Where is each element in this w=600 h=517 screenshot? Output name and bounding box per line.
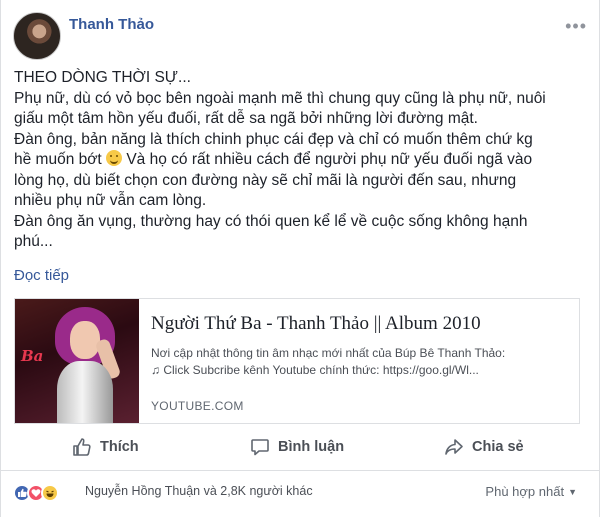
post-line-text: Và họ có rất nhiều cách để người phụ nữ …: [122, 151, 533, 168]
post-line: phú...: [14, 233, 53, 250]
reactions-summary[interactable]: Nguyễn Hồng Thuận và 2,8K người khác: [85, 484, 313, 498]
post-line: lòng họ, dù biết chọn con đường này sẽ c…: [14, 171, 517, 189]
link-description-line: Nơi cập nhật thông tin âm nhạc mới nhất …: [151, 346, 506, 360]
post-line: Đàn ông, bản năng là thích chinh phục cá…: [14, 130, 533, 148]
smile-emoji-icon: [106, 150, 123, 166]
comment-sort-select[interactable]: Phù hợp nhất ▼: [485, 484, 577, 499]
thumbs-up-icon: [73, 438, 91, 456]
link-description-line: ♫ Click Subcribe kênh Youtube chính thức…: [151, 363, 479, 377]
reaction-icons[interactable]: [13, 482, 59, 504]
avatar[interactable]: [13, 12, 61, 60]
post-line: THEO DÒNG THỜI SỰ...: [14, 69, 191, 86]
facebook-post: Thanh Thảo ••• THEO DÒNG THỜI SỰ... Phụ …: [0, 0, 600, 517]
post-actions: Thích Bình luận Chia sẻ: [14, 430, 580, 464]
like-button[interactable]: Thích: [72, 434, 139, 460]
post-header: Thanh Thảo •••: [1, 0, 600, 64]
see-more-link[interactable]: Đọc tiếp: [14, 267, 69, 284]
haha-icon: [41, 484, 59, 502]
more-options-icon[interactable]: •••: [565, 16, 587, 37]
post-line: nhiều phụ nữ vẫn cam lòng.: [14, 192, 207, 209]
like-label: Thích: [100, 439, 139, 455]
post-body: THEO DÒNG THỜI SỰ... Phụ nữ, dù có vỏ bọ…: [14, 68, 589, 253]
post-line: giấu một tâm hồn yếu đuối, rất dễ sa ngã…: [14, 110, 478, 127]
link-title[interactable]: Người Thứ Ba - Thanh Thảo || Album 2010: [151, 313, 481, 335]
share-button[interactable]: Chia sẻ: [444, 434, 524, 460]
post-line-with-emoji: hề muốn bớt Và họ có rất nhiều cách để n…: [14, 150, 589, 171]
post-line: Đàn ông ăn vụng, thường hay có thói quen…: [14, 212, 528, 230]
comment-icon: [251, 439, 269, 456]
link-domain: YOUTUBE.COM: [151, 399, 244, 413]
post-line: Phụ nữ, dù có vỏ bọc bên ngoài mạnh mẽ t…: [14, 89, 546, 107]
divider: [1, 470, 600, 471]
post-line-text: hề muốn bớt: [14, 151, 102, 168]
link-description: Nơi cập nhật thông tin âm nhạc mới nhất …: [151, 345, 573, 379]
author-name[interactable]: Thanh Thảo: [69, 16, 154, 33]
comment-button[interactable]: Bình luận: [250, 434, 344, 460]
comment-label: Bình luận: [278, 439, 345, 455]
share-icon: [445, 439, 463, 455]
thumbnail-face: [70, 321, 100, 359]
video-thumbnail[interactable]: Ba: [15, 299, 139, 423]
thumbnail-logo: Ba: [21, 347, 44, 365]
link-preview-card[interactable]: Ba Người Thứ Ba - Thanh Thảo || Album 20…: [14, 298, 580, 424]
sort-label: Phù hợp nhất: [485, 484, 565, 499]
link-card-body: Người Thứ Ba - Thanh Thảo || Album 2010 …: [151, 299, 579, 423]
thumbnail-dress: [57, 361, 113, 423]
chevron-down-icon: ▼: [568, 487, 577, 497]
share-label: Chia sẻ: [472, 439, 524, 455]
